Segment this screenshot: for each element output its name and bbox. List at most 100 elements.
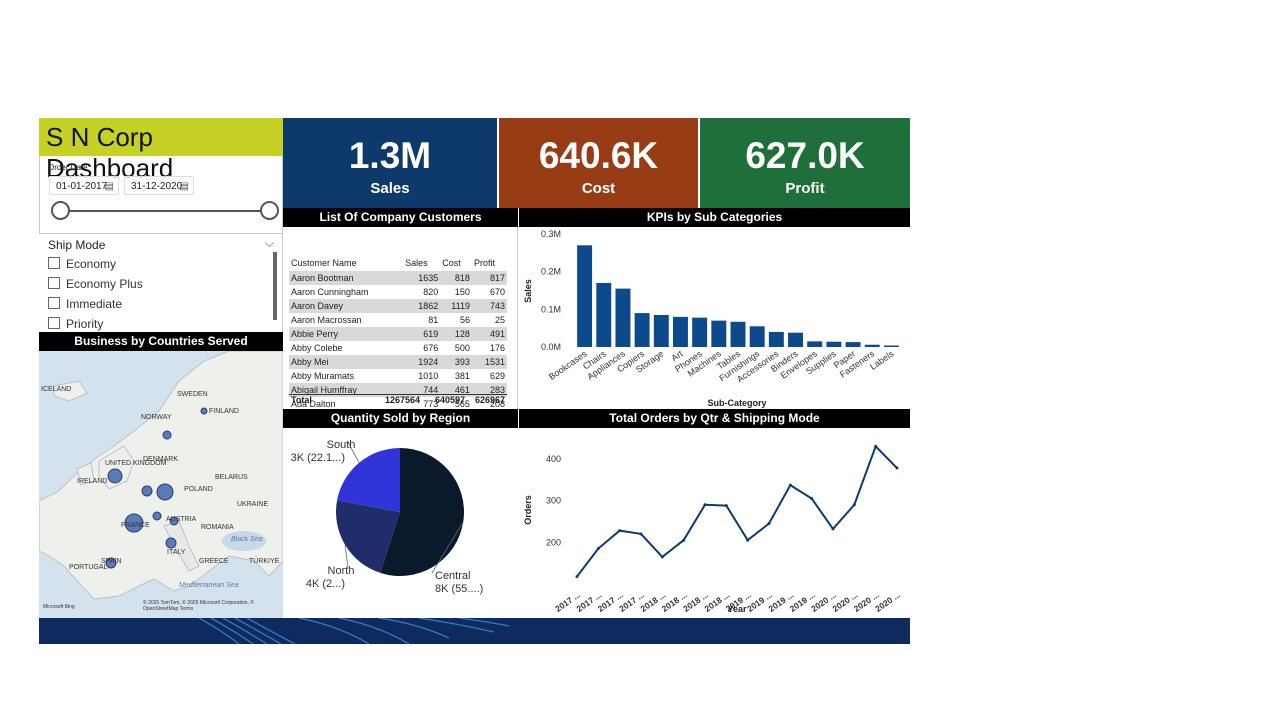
- customers-table-visual: Customer Name Sales Cost Profit Aaron Bootma…: [283, 227, 518, 409]
- table-header-row: Customer Name Sales Cost Profit: [289, 255, 507, 271]
- start-date-value: 01-01-2017: [56, 181, 108, 192]
- data-point[interactable]: [788, 483, 792, 487]
- data-point[interactable]: [575, 574, 579, 578]
- total-profit: 626967: [474, 395, 505, 405]
- table-cell: 670: [489, 287, 505, 297]
- pie-label-name: South: [327, 439, 356, 451]
- start-date-field[interactable]: 01-01-2017 ▤: [49, 176, 119, 195]
- ship-mode-option[interactable]: Immediate: [48, 297, 122, 311]
- series-line[interactable]: [576, 444, 898, 578]
- ship-mode-option[interactable]: Priority: [48, 317, 103, 331]
- checkbox-icon[interactable]: [48, 297, 60, 309]
- bar[interactable]: [577, 245, 593, 347]
- map-label: PORTUGAL: [69, 564, 107, 571]
- map-label: Black Sea: [231, 536, 263, 543]
- bar[interactable]: [768, 331, 784, 347]
- table-cell: Abbie Perry: [289, 327, 404, 341]
- table-cell: 817: [471, 271, 507, 285]
- data-point[interactable]: [703, 503, 707, 507]
- scrollbar[interactable]: [273, 252, 277, 320]
- table-row[interactable]: Abby Muramats 1010 381 629: [289, 369, 507, 383]
- column-header[interactable]: Cost: [440, 255, 472, 271]
- end-date-field[interactable]: 31-12-2020 ▤: [124, 176, 194, 195]
- table-row[interactable]: Aaron Bootman 1635 818 817: [289, 271, 507, 285]
- cost-card[interactable]: 640.6K Cost: [499, 118, 698, 208]
- table-cell: 1635: [403, 271, 441, 285]
- dashboard: S N Corp Dashboard 1.3M Sales 640.6K Cos…: [39, 118, 910, 644]
- bar[interactable]: [672, 316, 688, 347]
- data-point[interactable]: [874, 444, 878, 448]
- bar[interactable]: [864, 344, 880, 347]
- table-row[interactable]: Abby Colebe 676 500 176: [289, 341, 507, 355]
- orders-chart-title: Total Orders by Qtr & Shipping Mode: [519, 409, 910, 428]
- bar[interactable]: [788, 332, 804, 347]
- pie-label-name: North: [328, 565, 355, 577]
- total-label: Total: [291, 395, 312, 405]
- data-point[interactable]: [810, 496, 814, 500]
- data-point[interactable]: [831, 527, 835, 531]
- profit-card[interactable]: 627.0K Profit: [700, 118, 910, 208]
- bar[interactable]: [634, 313, 650, 347]
- sales-card[interactable]: 1.3M Sales: [283, 118, 497, 208]
- map-label: SWEDEN: [177, 391, 208, 398]
- table-row[interactable]: Abbie Perry 619 128 491: [289, 327, 507, 341]
- data-point[interactable]: [724, 504, 728, 508]
- table-row[interactable]: Aaron Cunningham 820 150 670: [289, 285, 507, 299]
- column-header[interactable]: Customer Name: [289, 255, 403, 271]
- customers-title: List Of Company Customers: [283, 208, 518, 227]
- checkbox-icon[interactable]: [48, 317, 60, 329]
- table-cell: 491: [471, 327, 507, 341]
- y-tick-label: 0.2M: [541, 267, 561, 277]
- option-label: Priority: [66, 317, 104, 331]
- end-date-handle[interactable]: [260, 201, 279, 220]
- bar[interactable]: [883, 345, 899, 347]
- data-point[interactable]: [767, 522, 771, 526]
- data-point[interactable]: [746, 538, 750, 542]
- checkbox-icon[interactable]: [48, 257, 60, 269]
- column-header[interactable]: Sales: [403, 255, 440, 271]
- date-range-track: [60, 210, 268, 212]
- table-cell: 629: [489, 371, 505, 381]
- chevron-down-icon[interactable]: ⌵: [265, 236, 274, 251]
- ship-mode-option[interactable]: Economy Plus: [48, 277, 143, 291]
- table-row[interactable]: Aaron Davey 1862 1119 743: [289, 299, 507, 313]
- data-point[interactable]: [682, 538, 686, 542]
- table-cell: Abby Mei: [289, 355, 404, 369]
- bar[interactable]: [749, 326, 765, 347]
- bar[interactable]: [845, 342, 861, 347]
- bar[interactable]: [807, 341, 823, 347]
- table-row[interactable]: Aaron Macrossan 81 56 25: [289, 313, 507, 327]
- bar[interactable]: [692, 317, 708, 347]
- data-point[interactable]: [639, 532, 643, 536]
- footer-band: [39, 618, 910, 644]
- data-point[interactable]: [596, 547, 600, 551]
- bar[interactable]: [615, 288, 631, 347]
- map-label: NORWAY: [141, 414, 172, 421]
- bar[interactable]: [596, 282, 612, 347]
- data-point[interactable]: [895, 466, 899, 470]
- option-label: Economy: [66, 257, 117, 271]
- map-attribution[interactable]: © 2025 TomTom, © 2025 Microsoft Corporat…: [143, 600, 279, 612]
- calendar-icon[interactable]: ▤: [180, 177, 189, 196]
- table-cell: Aaron Davey: [289, 299, 404, 313]
- map-label: UNITED KINGDOM: [105, 460, 167, 467]
- y-tick-label: 400: [546, 454, 561, 464]
- map-view[interactable]: ICELAND SWEDEN FINLAND NORWAY DENMARK UN…: [39, 351, 283, 618]
- bar[interactable]: [730, 321, 746, 347]
- data-point[interactable]: [852, 503, 856, 507]
- checkbox-icon[interactable]: [48, 277, 60, 289]
- table-cell: 818: [440, 271, 472, 285]
- column-header[interactable]: Profit: [472, 255, 507, 271]
- ship-mode-option[interactable]: Economy: [48, 257, 116, 271]
- map-label: ITALY: [167, 549, 186, 556]
- bar[interactable]: [826, 341, 842, 347]
- data-point[interactable]: [660, 555, 664, 559]
- bar[interactable]: [653, 314, 669, 347]
- start-date-handle[interactable]: [51, 201, 70, 220]
- end-date-value: 31-12-2020: [131, 181, 183, 192]
- data-point[interactable]: [618, 529, 622, 533]
- bar[interactable]: [711, 320, 727, 347]
- map-label: FINLAND: [209, 408, 239, 415]
- table-row[interactable]: Abby Mei 1924 393 1531: [289, 355, 507, 369]
- calendar-icon[interactable]: ▤: [105, 177, 114, 196]
